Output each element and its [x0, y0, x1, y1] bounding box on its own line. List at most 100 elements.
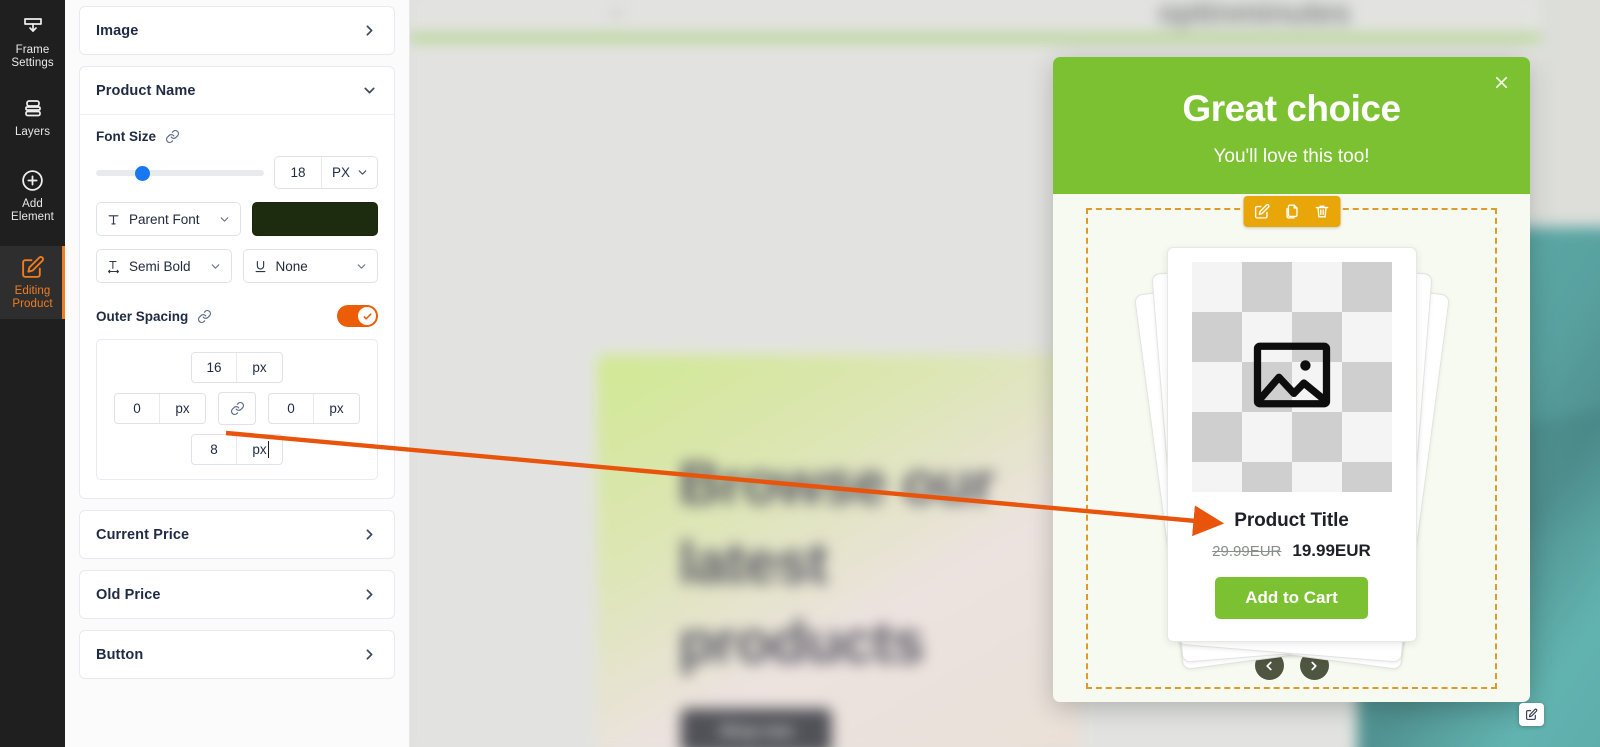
app-root: Frame Settings Layers Add Element Editin…: [0, 0, 1600, 747]
popup-title: Great choice: [1182, 88, 1401, 129]
sidebar-label-add-element-line1: Add: [22, 198, 43, 210]
preview-canvas: ⌕ optinminutes Browse our latest product…: [410, 0, 1600, 747]
sidebar-label-frame-settings-line1: Frame: [15, 44, 50, 56]
element-edit-toolbar: [1243, 196, 1340, 227]
toolbar-duplicate-button[interactable]: [1278, 199, 1305, 224]
product-card[interactable]: Product Title 29.99EUR 19.99EUR Add to C…: [1166, 247, 1417, 642]
sidebar-item-layers[interactable]: Layers: [0, 88, 65, 147]
accordion-image-title: Image: [96, 22, 139, 39]
spacing-top-input[interactable]: [192, 353, 236, 382]
font-size-slider[interactable]: [96, 164, 264, 182]
sidebar-item-add-element[interactable]: Add Element: [0, 159, 65, 232]
accordion-button-header[interactable]: Button: [80, 631, 394, 678]
chevron-down-icon: [357, 263, 366, 269]
popup-preview: Great choice You'll love this too! Produ…: [1053, 57, 1544, 726]
font-weight-icon: [106, 259, 121, 274]
product-title: Product Title: [1234, 510, 1349, 531]
layers-icon: [21, 97, 45, 121]
sidebar-label-editing-product-line2: Product: [12, 298, 53, 310]
product-carousel: Product Title 29.99EUR 19.99EUR Add to C…: [1053, 209, 1530, 702]
trash-icon: [1315, 205, 1328, 218]
spacing-bottom-input[interactable]: [192, 435, 236, 464]
frame-settings-icon: [21, 15, 45, 39]
font-size-row: PX: [96, 156, 378, 189]
accordion-old-price-header[interactable]: Old Price: [80, 571, 394, 618]
font-family-select[interactable]: Parent Font: [96, 202, 241, 236]
chevron-right-icon: [1311, 661, 1317, 670]
spacing-left-unit[interactable]: px: [159, 394, 205, 423]
spacing-right-unit[interactable]: px: [313, 394, 359, 423]
accordion-button-title: Button: [96, 646, 144, 663]
accordion-old-price: Old Price: [79, 570, 395, 619]
chevron-right-icon: [361, 586, 378, 603]
underline-icon: [253, 259, 268, 274]
spacing-left: px: [114, 393, 206, 424]
product-old-price: 29.99EUR: [1212, 543, 1282, 560]
toolbar-edit-button[interactable]: [1248, 199, 1275, 224]
accordion-current-price: Current Price: [79, 510, 395, 559]
pencil-square-icon: [1526, 708, 1538, 720]
spacing-top: px: [191, 352, 283, 383]
font-size-label: Font Size: [96, 129, 156, 144]
settings-panel: Image Product Name Font Size 18 PX Paren…: [65, 0, 410, 747]
font-family-row: Parent Font: [96, 202, 378, 236]
spacing-right: px: [268, 393, 360, 424]
spacing-link-toggle[interactable]: [218, 392, 256, 425]
check-icon: [363, 312, 371, 320]
pencil-square-icon: [1254, 203, 1270, 219]
corner-edit-button[interactable]: [1519, 703, 1544, 726]
spacing-left-input[interactable]: [115, 394, 159, 423]
sidebar-label-add-element-line2: Element: [11, 211, 54, 223]
chevron-right-icon: [361, 646, 378, 663]
font-color-swatch[interactable]: [251, 202, 378, 236]
outer-spacing-label-row: Outer Spacing: [96, 309, 212, 324]
font-size-unit-select[interactable]: PX: [320, 157, 377, 188]
font-size-unit-value: PX: [331, 165, 350, 180]
spacing-top-row: px: [107, 352, 367, 383]
toolbar-delete-button[interactable]: [1308, 199, 1335, 224]
chevron-down-icon: [358, 170, 367, 175]
text-format-icon: [106, 212, 121, 227]
add-element-icon: [20, 168, 45, 193]
font-family-value: Parent Font: [129, 211, 200, 227]
font-size-label-row: Font Size: [96, 129, 378, 144]
sidebar-item-editing-product[interactable]: Editing Product: [0, 246, 65, 319]
product-current-price: 19.99EUR: [1292, 541, 1371, 560]
font-weight-select[interactable]: Semi Bold: [96, 249, 232, 283]
sidebar-item-frame-settings[interactable]: Frame Settings: [0, 6, 65, 78]
chevron-right-icon: [361, 526, 378, 543]
accordion-button: Button: [79, 630, 395, 679]
link-icon: [230, 402, 244, 415]
font-style-row: Semi Bold None: [96, 249, 378, 283]
text-decoration-value: None: [275, 258, 308, 274]
spacing-bottom-row: px: [107, 434, 367, 465]
product-prices: 29.99EUR 19.99EUR: [1212, 541, 1371, 561]
slider-track: [96, 169, 264, 176]
spacing-right-input[interactable]: [269, 394, 313, 423]
spacing-top-unit[interactable]: px: [236, 353, 282, 382]
editing-product-icon: [20, 255, 45, 280]
image-placeholder-icon: [1246, 329, 1338, 426]
outer-spacing-fields: px px: [96, 339, 378, 480]
accordion-current-price-header[interactable]: Current Price: [80, 511, 394, 558]
add-to-cart-button[interactable]: Add to Cart: [1215, 577, 1368, 619]
link-icon[interactable]: [165, 129, 180, 144]
accordion-current-price-title: Current Price: [96, 526, 190, 543]
slider-thumb[interactable]: [135, 165, 150, 181]
toggle-knob: [358, 307, 376, 325]
accordion-product-name-header[interactable]: Product Name: [80, 67, 394, 115]
accordion-image-header[interactable]: Image: [80, 7, 394, 54]
outer-spacing-label: Outer Spacing: [96, 308, 189, 324]
popup-header: Great choice You'll love this too!: [1053, 57, 1530, 194]
text-decoration-select[interactable]: None: [242, 249, 378, 283]
outer-spacing-toggle[interactable]: [337, 305, 378, 327]
link-icon[interactable]: [197, 309, 212, 324]
font-size-input[interactable]: [274, 157, 321, 188]
popup-subtitle: You'll love this too!: [1213, 146, 1370, 167]
spacing-bottom-unit[interactable]: px: [236, 435, 282, 464]
accordion-product-name-title: Product Name: [96, 82, 196, 99]
accordion-image: Image: [79, 6, 395, 55]
spacing-middle-row: px px: [107, 392, 367, 425]
close-icon[interactable]: [1488, 69, 1514, 95]
outer-spacing-header: Outer Spacing: [96, 305, 378, 327]
